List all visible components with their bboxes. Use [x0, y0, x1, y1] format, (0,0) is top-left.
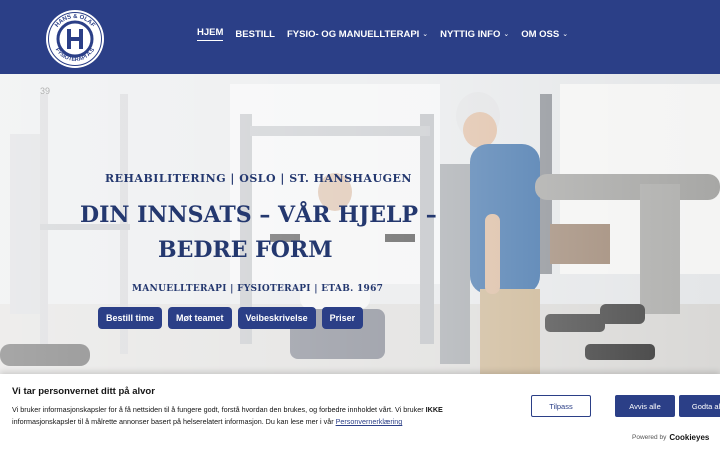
- nav-item-bestill[interactable]: BESTILL: [235, 27, 275, 41]
- nav-item-label: FYSIO- OG MANUELLTERAPI: [287, 28, 420, 40]
- nav-item-hjem[interactable]: HJEM: [197, 27, 224, 41]
- customize-button[interactable]: Tilpass: [531, 395, 591, 417]
- hero-section: 39 REHABILITERING | OSLO | ST. HANSHAUGE…: [0, 74, 720, 374]
- book-appointment-button[interactable]: Bestill time: [98, 307, 163, 329]
- hero-subtitle: REHABILITERING | OSLO | ST. HANSHAUGEN: [105, 172, 412, 185]
- chevron-down-icon: ⌄: [503, 31, 510, 38]
- nav-item-om-oss[interactable]: OM OSS ⌄: [521, 27, 568, 41]
- hero-title-line1: DIN INNSATS – VÅR HJELP –: [80, 202, 437, 228]
- cookie-consent-banner: Vi tar personvernet ditt på alvor Vi bru…: [0, 374, 720, 450]
- meet-team-button[interactable]: Møt teamet: [168, 307, 232, 329]
- reject-all-button[interactable]: Avvis alle: [615, 395, 675, 417]
- powered-by-label: Powered by: [632, 434, 667, 441]
- cookie-text-part2: informasjonskapsler til å målrette annon…: [12, 417, 336, 426]
- hero-text-block: REHABILITERING | OSLO | ST. HANSHAUGEN D…: [0, 74, 480, 374]
- cookie-description: Vi bruker informasjonskapsler for å få n…: [12, 404, 492, 428]
- site-header: HANS & OLAF FYSIOTERAPI A.S HJEM BESTILL…: [0, 0, 720, 74]
- chevron-down-icon: ⌄: [562, 31, 569, 38]
- cookie-title: Vi tar personvernet ditt på alvor: [12, 386, 155, 397]
- nav-item-fysio-og-manuellterapi[interactable]: FYSIO- OG MANUELLTERAPI ⌄: [287, 27, 428, 41]
- site-logo[interactable]: HANS & OLAF FYSIOTERAPI A.S: [45, 9, 105, 69]
- cookieyes-logo: Cookieyes: [669, 433, 710, 442]
- prices-button[interactable]: Priser: [321, 307, 364, 329]
- accept-all-button[interactable]: Godta alle: [679, 395, 720, 417]
- privacy-policy-link[interactable]: Personvernerklæring: [336, 417, 403, 426]
- directions-button[interactable]: Veibeskrivelse: [237, 307, 316, 329]
- nav-item-label: NYTTIG INFO: [440, 28, 501, 40]
- nav-item-label: HJEM: [197, 27, 224, 38]
- hero-tagline: MANUELLTERAPI | FYSIOTERAPI | ETAB. 1967: [132, 284, 384, 294]
- chevron-down-icon: ⌄: [422, 31, 429, 38]
- nav-item-label: OM OSS: [521, 28, 560, 40]
- cookie-buttons: Tilpass Avvis alle Godta alle: [531, 395, 720, 417]
- cookie-text-bold: IKKE: [425, 405, 443, 414]
- cookie-text-part1: Vi bruker informasjonskapsler for å få n…: [12, 405, 426, 414]
- nav-item-label: BESTILL: [235, 28, 275, 40]
- powered-by[interactable]: Powered by Cookieyes: [632, 433, 709, 442]
- hero-title-line2: BEDRE FORM: [158, 237, 333, 263]
- main-nav: HJEM BESTILL FYSIO- OG MANUELLTERAPI ⌄ N…: [197, 27, 580, 41]
- nav-item-nyttig-info[interactable]: NYTTIG INFO ⌄: [440, 27, 509, 41]
- hero-button-row: Bestill time Møt teamet Veibeskrivelse P…: [98, 307, 364, 329]
